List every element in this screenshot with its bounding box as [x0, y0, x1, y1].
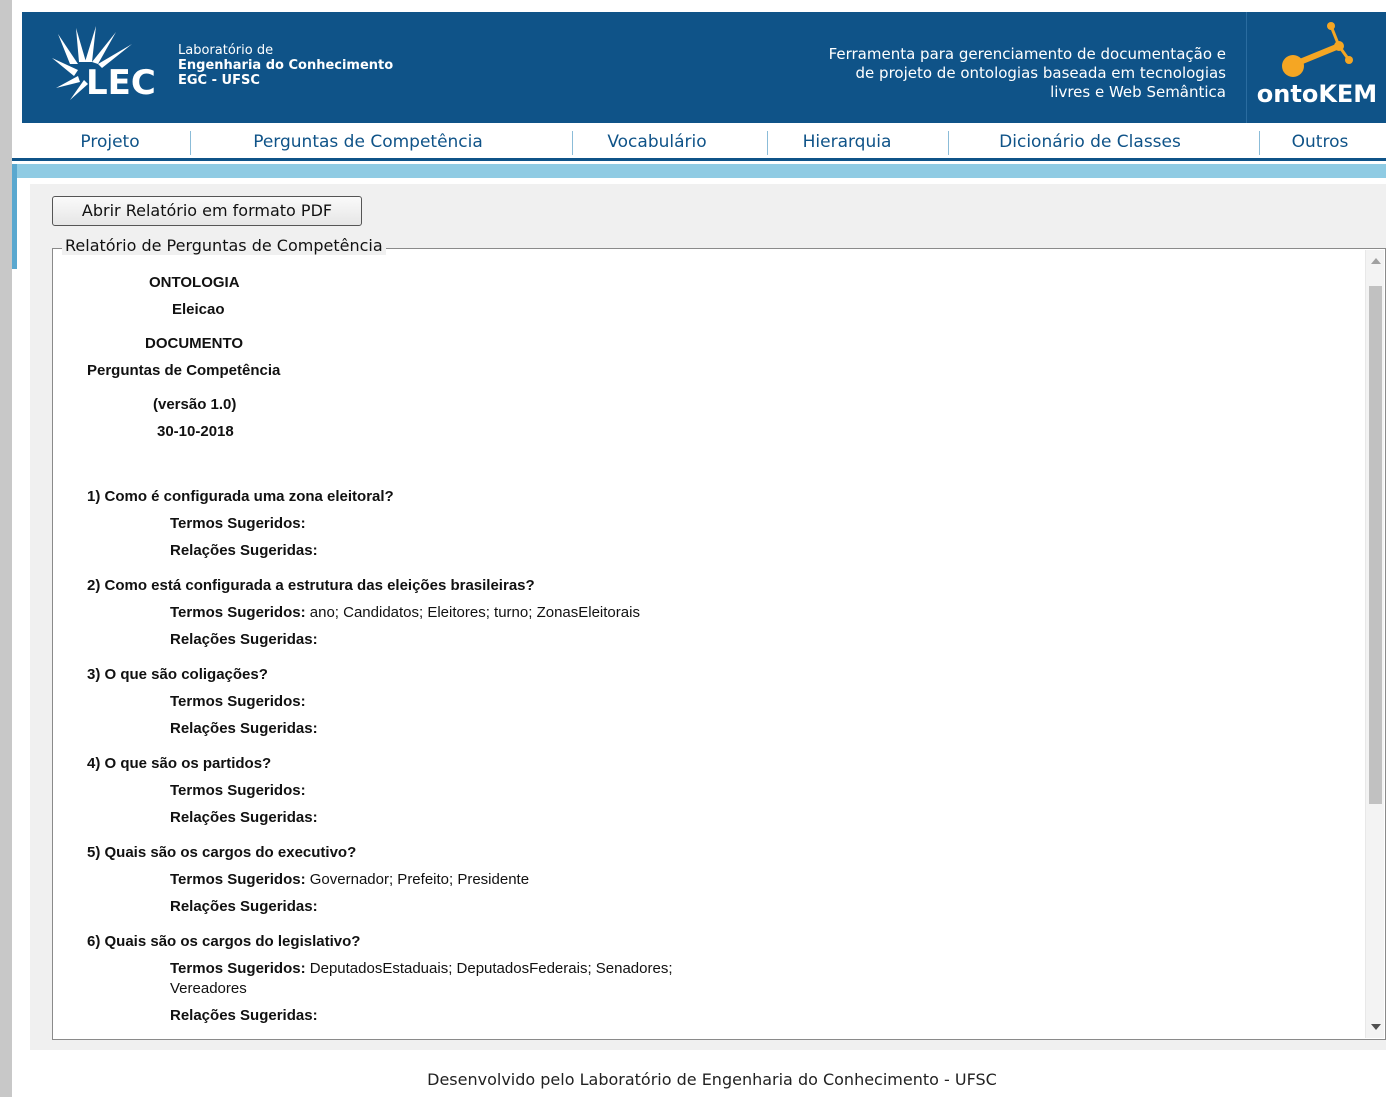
lec-acronym: LEC: [86, 63, 156, 103]
terms-value: DeputadosEstaduais; DeputadosFederais; S…: [309, 960, 673, 977]
terms-value: ano; Candidatos; Eleitores; turno; Zonas…: [309, 604, 640, 621]
tagline-line-2: de projeto de ontologias baseada em tecn…: [855, 64, 1226, 82]
suggested-relations: Relações Sugeridas:: [170, 898, 318, 915]
suggested-relations: Relações Sugeridas:: [170, 1007, 318, 1024]
ontology-heading: ONTOLOGIA: [149, 274, 240, 291]
document-name: Perguntas de Competência: [87, 362, 281, 379]
tagline-line-1: Ferramenta para gerenciamento de documen…: [828, 45, 1226, 63]
ontokem-brand: ontoKEM: [1246, 12, 1386, 123]
ontokem-logo-icon: [1282, 22, 1353, 77]
suggested-relations: Relações Sugeridas:: [170, 720, 318, 737]
nav-divider: [948, 131, 949, 155]
nav-divider: [767, 131, 768, 155]
open-pdf-report-button[interactable]: Abrir Relatório em formato PDF: [52, 196, 362, 226]
suggested-relations: Relações Sugeridas:: [170, 542, 318, 559]
lab-name: Laboratório de Engenharia do Conheciment…: [178, 43, 393, 88]
suggested-relations: Relações Sugeridas:: [170, 631, 318, 648]
lab-line-3: EGC - UFSC: [178, 73, 260, 88]
suggested-terms: Termos Sugeridos: DeputadosEstaduais; De…: [170, 960, 673, 977]
relations-label: Relações Sugeridas:: [170, 542, 318, 559]
report-legend: Relatório de Perguntas de Competência: [62, 236, 386, 255]
left-accent-bar: [12, 164, 17, 269]
report-fieldset: ONTOLOGIA Eleicao DOCUMENTO Perguntas de…: [52, 248, 1386, 1040]
suggested-terms: Termos Sugeridos:: [170, 693, 306, 710]
nav-accent-strip: [12, 164, 1386, 178]
lab-line-1: Laboratório de: [178, 43, 274, 58]
nav-item-perguntas[interactable]: Perguntas de Competência: [202, 130, 534, 154]
nav-divider: [1259, 131, 1260, 155]
nav-divider: [572, 131, 573, 155]
suggested-terms: Termos Sugeridos:: [170, 515, 306, 532]
nav-item-projeto[interactable]: Projeto: [40, 130, 180, 154]
header-banner: LEC Laboratório de Engenharia do Conheci…: [22, 12, 1386, 123]
ontology-name: Eleicao: [172, 301, 225, 318]
footer-credit: Desenvolvido pelo Laboratório de Engenha…: [427, 1070, 997, 1089]
document-date: 30-10-2018: [157, 423, 234, 440]
relations-label: Relações Sugeridas:: [170, 1007, 318, 1024]
main-nav: Projeto Perguntas de Competência Vocabul…: [12, 123, 1386, 161]
tagline-line-3: livres e Web Semântica: [1050, 83, 1226, 101]
suggested-relations: Relações Sugeridas:: [170, 809, 318, 826]
report-content[interactable]: ONTOLOGIA Eleicao DOCUMENTO Perguntas de…: [54, 250, 1367, 1038]
terms-label: Termos Sugeridos:: [170, 693, 306, 710]
relations-label: Relações Sugeridas:: [170, 720, 318, 737]
lab-line-2: Engenharia do Conhecimento: [178, 58, 394, 73]
nav-item-hierarquia[interactable]: Hierarquia: [782, 130, 912, 154]
relations-label: Relações Sugeridas:: [170, 631, 318, 648]
question-item: 3) O que são coligações?: [87, 666, 268, 683]
scroll-up-arrow-icon[interactable]: [1371, 258, 1381, 264]
question-item: 4) O que são os partidos?: [87, 755, 272, 772]
tool-tagline: Ferramenta para gerenciamento de documen…: [666, 45, 1226, 102]
terms-value: Governador; Prefeito; Presidente: [309, 871, 530, 888]
terms-label: Termos Sugeridos:: [170, 960, 306, 977]
suggested-terms: Termos Sugeridos: Governador; Prefeito; …: [170, 871, 529, 888]
document-version: (versão 1.0): [153, 396, 237, 413]
question-item: 2) Como está configurada a estrutura das…: [87, 577, 535, 594]
document-heading: DOCUMENTO: [145, 335, 244, 352]
page-frame: LEC Laboratório de Engenharia do Conheci…: [12, 0, 1386, 1097]
nav-item-dicionario[interactable]: Dicionário de Classes: [962, 130, 1218, 154]
question-item: 1) Como é configurada uma zona eleitoral…: [87, 488, 394, 505]
terms-label: Termos Sugeridos:: [170, 604, 306, 621]
nav-item-vocabulario[interactable]: Vocabulário: [582, 130, 732, 154]
relations-label: Relações Sugeridas:: [170, 809, 318, 826]
question-item: 6) Quais são os cargos do legislativo?: [87, 933, 361, 950]
terms-label: Termos Sugeridos:: [170, 871, 306, 888]
nav-item-outros[interactable]: Outros: [1270, 130, 1370, 154]
content-panel: Abrir Relatório em formato PDF ONTOLOGIA…: [30, 184, 1386, 1050]
lec-logo-icon: LEC: [52, 26, 156, 103]
scroll-down-arrow-icon[interactable]: [1371, 1024, 1381, 1030]
relations-label: Relações Sugeridas:: [170, 898, 318, 915]
question-item: 5) Quais são os cargos do executivo?: [87, 844, 357, 861]
suggested-terms: Termos Sugeridos: ano; Candidatos; Eleit…: [170, 604, 640, 621]
terms-label: Termos Sugeridos:: [170, 515, 306, 532]
terms-label: Termos Sugeridos:: [170, 782, 306, 799]
product-name: ontoKEM: [1256, 80, 1378, 108]
terms-value-continued: Vereadores: [170, 980, 247, 997]
scroll-thumb[interactable]: [1369, 286, 1382, 804]
report-scrollbar[interactable]: [1365, 250, 1384, 1038]
nav-divider: [190, 131, 191, 155]
suggested-terms: Termos Sugeridos:: [170, 782, 306, 799]
